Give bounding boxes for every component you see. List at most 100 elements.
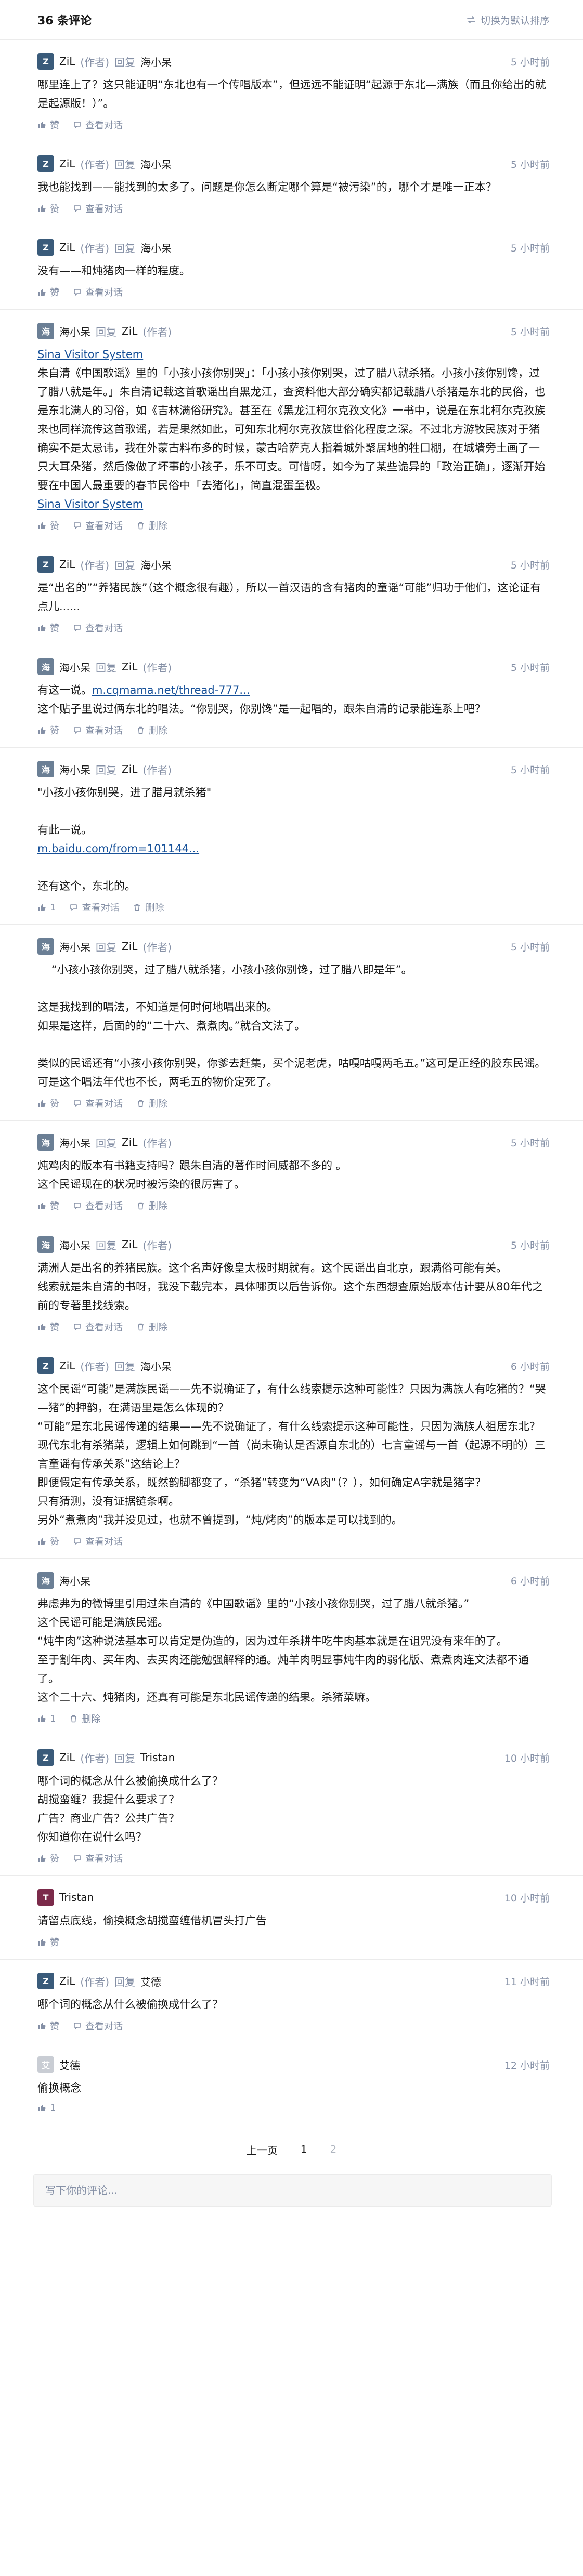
chat-bubble-icon — [73, 1854, 82, 1863]
avatar[interactable]: Z — [37, 53, 54, 70]
author-name[interactable]: ZiL — [59, 55, 75, 68]
reply-to-name[interactable]: 海小呆 — [140, 156, 172, 171]
chat-bubble-icon — [73, 121, 82, 129]
reply-to-name[interactable]: Tristan — [140, 1751, 175, 1764]
avatar[interactable]: Z — [37, 1973, 54, 1989]
avatar[interactable]: 海 — [37, 761, 54, 777]
reply-to-name[interactable]: 艾德 — [140, 1974, 161, 1989]
prev-page-button[interactable]: 上一页 — [247, 2142, 278, 2157]
comment-link[interactable]: m.baidu.com/from=101144... — [37, 842, 199, 855]
thumbs-up-icon — [37, 1537, 46, 1546]
avatar[interactable]: Z — [37, 1749, 54, 1766]
avatar[interactable]: Z — [37, 239, 54, 256]
author-name[interactable]: ZiL — [59, 241, 75, 254]
delete-button[interactable]: 删除 — [136, 1320, 167, 1333]
comment-link[interactable]: Sina Visitor System — [37, 348, 143, 361]
author-name[interactable]: 海小呆 — [59, 1135, 90, 1150]
author-name[interactable]: ZiL — [59, 558, 75, 571]
like-button[interactable]: 赞 — [37, 1320, 59, 1333]
like-button[interactable]: 赞 — [37, 1097, 59, 1110]
author-name[interactable]: 海小呆 — [59, 1573, 90, 1588]
delete-button[interactable]: 删除 — [69, 1712, 100, 1725]
like-button[interactable]: 1 — [37, 2103, 56, 2113]
like-button[interactable]: 赞 — [37, 1535, 59, 1548]
view-thread-button[interactable]: 查看对话 — [73, 621, 123, 635]
view-thread-button[interactable]: 查看对话 — [73, 2019, 123, 2032]
author-name[interactable]: 艾德 — [59, 2057, 80, 2072]
avatar[interactable]: T — [37, 1889, 54, 1906]
author-name[interactable]: 海小呆 — [59, 1237, 90, 1252]
author-name[interactable]: ZiL — [59, 157, 75, 170]
avatar[interactable]: 海 — [37, 1236, 54, 1253]
author-name[interactable]: 海小呆 — [59, 762, 90, 777]
page-2-button[interactable]: 2 — [330, 2143, 337, 2156]
like-button[interactable]: 赞 — [37, 1199, 59, 1212]
delete-button[interactable]: 删除 — [136, 1097, 167, 1110]
author-name[interactable]: 海小呆 — [59, 659, 90, 675]
view-thread-button[interactable]: 查看对话 — [73, 118, 123, 131]
comment-time: 5 小时前 — [510, 56, 550, 68]
reply-to-name[interactable]: 海小呆 — [140, 557, 172, 572]
view-thread-button[interactable]: 查看对话 — [73, 1535, 123, 1548]
like-button[interactable]: 赞 — [37, 1935, 59, 1949]
like-button[interactable]: 赞 — [37, 285, 59, 299]
like-button[interactable]: 赞 — [37, 118, 59, 131]
reply-to-name[interactable]: ZiL — [122, 940, 137, 953]
comment-item: Z ZiL (作者) 回复 海小呆 5 小时前 哪里连上了？这只能证明“东北也有一个传唱版本… — [0, 40, 583, 142]
view-thread-button[interactable]: 查看对话 — [69, 901, 119, 914]
avatar[interactable]: Z — [37, 556, 54, 573]
view-thread-button[interactable]: 查看对话 — [73, 202, 123, 215]
avatar[interactable]: 海 — [37, 938, 54, 955]
avatar[interactable]: 海 — [37, 658, 54, 675]
delete-button[interactable]: 删除 — [133, 901, 164, 914]
reply-to-name[interactable]: ZiL — [122, 1238, 137, 1251]
avatar[interactable]: 海 — [37, 1572, 54, 1589]
like-button[interactable]: 赞 — [37, 519, 59, 532]
like-button[interactable]: 赞 — [37, 723, 59, 737]
sort-label: 切换为默认排序 — [480, 15, 550, 27]
reply-to-name[interactable]: ZiL — [122, 660, 137, 673]
comment-header: Z ZiL (作者) 回复 海小呆 5 小时前 — [37, 155, 550, 173]
view-thread-button[interactable]: 查看对话 — [73, 285, 123, 299]
reply-to-name[interactable]: ZiL — [122, 1136, 137, 1148]
like-button[interactable]: 赞 — [37, 1852, 59, 1865]
reply-to-name[interactable]: 海小呆 — [140, 240, 172, 255]
reply-to-name[interactable]: 海小呆 — [140, 54, 172, 69]
like-button[interactable]: 1 — [37, 902, 56, 913]
reply-to-name[interactable]: ZiL — [122, 325, 137, 337]
comment-link[interactable]: Sina Visitor System — [37, 498, 143, 510]
author-name[interactable]: 海小呆 — [59, 324, 90, 339]
sort-toggle[interactable]: 切换为默认排序 — [466, 13, 550, 27]
delete-button[interactable]: 删除 — [136, 723, 167, 737]
avatar[interactable]: Z — [37, 155, 54, 172]
avatar[interactable]: 海 — [37, 1134, 54, 1151]
comment-input[interactable] — [44, 2184, 541, 2197]
avatar[interactable]: 海 — [37, 323, 54, 339]
thumbs-up-icon — [37, 624, 46, 632]
page-1-button[interactable]: 1 — [301, 2143, 307, 2156]
view-thread-button[interactable]: 查看对话 — [73, 519, 123, 532]
view-thread-button[interactable]: 查看对话 — [73, 1097, 123, 1110]
author-name[interactable]: ZiL — [59, 1359, 75, 1372]
reply-to-name[interactable]: ZiL — [122, 763, 137, 775]
author-tag: (作者) — [80, 242, 110, 255]
comment-link[interactable]: m.cqmama.net/thread-777... — [92, 684, 250, 696]
author-name[interactable]: ZiL — [59, 1975, 75, 1987]
view-thread-button[interactable]: 查看对话 — [73, 1852, 123, 1865]
reply-to-name[interactable]: 海小呆 — [140, 1358, 172, 1373]
like-button[interactable]: 赞 — [37, 2019, 59, 2032]
author-name[interactable]: Tristan — [59, 1891, 94, 1904]
avatar[interactable]: Z — [37, 1357, 54, 1374]
author-name[interactable]: ZiL — [59, 1751, 75, 1764]
view-thread-button[interactable]: 查看对话 — [73, 1199, 123, 1212]
view-thread-button[interactable]: 查看对话 — [73, 723, 123, 737]
comment-time: 5 小时前 — [510, 1137, 550, 1149]
view-thread-button[interactable]: 查看对话 — [73, 1320, 123, 1333]
delete-button[interactable]: 删除 — [136, 519, 167, 532]
delete-button[interactable]: 删除 — [136, 1199, 167, 1212]
author-name[interactable]: 海小呆 — [59, 939, 90, 954]
like-button[interactable]: 赞 — [37, 621, 59, 635]
like-button[interactable]: 1 — [37, 1713, 56, 1724]
avatar[interactable]: 艾 — [37, 2056, 54, 2073]
like-button[interactable]: 赞 — [37, 202, 59, 215]
